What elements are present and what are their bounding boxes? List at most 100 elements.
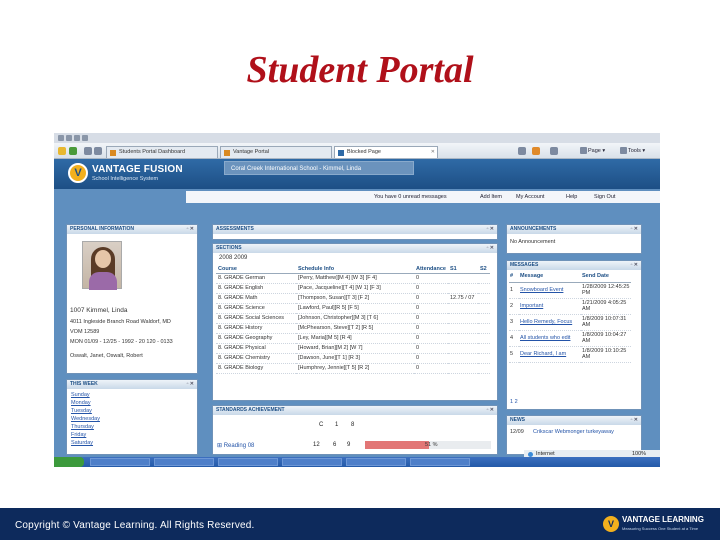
page-favicon xyxy=(110,150,116,156)
message-row[interactable]: 1 Snowboard Event 1/28/2009 12:45:25 PM xyxy=(509,282,631,299)
message-subject-link[interactable]: Hello Remedy, Focus xyxy=(519,314,581,331)
this-week-panel: THIS WEEK ▫ ✕ Sunday Monday Tuesday Wedn… xyxy=(66,379,198,455)
sign-out-link[interactable]: Sign Out xyxy=(594,191,615,203)
taskbar-item[interactable] xyxy=(346,458,406,466)
table-cell: [Lawford, Paul][R 5] [F 5] xyxy=(296,303,414,314)
week-day-link[interactable]: Saturday xyxy=(71,440,93,446)
table-row[interactable]: 8. GRADE Geography [Ley, Maria][M 5] [R 4… xyxy=(216,333,490,344)
message-row[interactable]: 3 Hello Remedy, Focus 1/8/2009 10:07:31 AM xyxy=(509,314,631,331)
panel-controls-icon[interactable]: ▫ ✕ xyxy=(487,406,494,415)
standard-value: 9 xyxy=(347,442,351,448)
logo-icon: V xyxy=(68,163,88,183)
standard-label[interactable]: ⊞ Reading 08 xyxy=(217,442,254,449)
achievement-bar-fill xyxy=(365,441,430,449)
news-panel: NEWS ▫ ✕ 12/09 Crikscar Webmonger turkey… xyxy=(506,415,642,455)
table-cell xyxy=(477,363,490,374)
table-cell: [Ley, Maria][M 5] [R 4] xyxy=(296,333,414,344)
week-day-link[interactable]: Wednesday xyxy=(71,416,100,422)
feeds-icon[interactable] xyxy=(532,147,540,155)
portal-screenshot: Students Portal Dashboard Vantage Portal… xyxy=(54,133,660,467)
add-item-link[interactable]: Add Item xyxy=(480,191,502,203)
gear-icon xyxy=(620,147,627,155)
panel-controls-icon[interactable]: ▫ ✕ xyxy=(631,261,638,270)
browser-tab[interactable]: Students Portal Dashboard xyxy=(106,146,218,158)
week-day-link[interactable]: Monday xyxy=(71,400,91,406)
table-cell: 8. GRADE Chemistry xyxy=(216,353,296,364)
tab-grid-icon[interactable] xyxy=(84,147,92,155)
taskbar-item[interactable] xyxy=(154,458,214,466)
week-day-link[interactable]: Thursday xyxy=(71,424,94,430)
panel-header: SECTIONS ▫ ✕ xyxy=(213,244,497,253)
tools-menu-label: Tools xyxy=(628,148,641,154)
table-row[interactable]: 8. GRADE Chemistry [Dawson, June][T 1] [R… xyxy=(216,353,490,364)
column-header[interactable]: Message xyxy=(519,271,581,283)
message-subject-link[interactable]: All students who edit xyxy=(519,330,581,347)
taskbar-item[interactable] xyxy=(90,458,150,466)
messages-table: # Message Send Date 1 Snowboard Event 1/28… xyxy=(509,271,631,363)
panel-controls-icon[interactable]: ▫ ✕ xyxy=(187,225,194,234)
table-row[interactable]: 8. GRADE Biology [Humphrey, Jennie][T 5] … xyxy=(216,363,490,374)
messages-panel: MESSAGES ▫ ✕ # Message Send Date 1 Snowbo… xyxy=(506,260,642,410)
column-header[interactable]: S1 xyxy=(447,265,478,274)
messages-pager[interactable]: 1 2 xyxy=(510,399,518,405)
table-row[interactable]: 8. GRADE Math [Thompson, Susan][T 3] [F 2… xyxy=(216,293,490,304)
panel-title: SECTIONS xyxy=(216,245,242,251)
table-row[interactable]: 8. GRADE German [Perry, Matthew][M 4] [W … xyxy=(216,273,490,284)
favorites-star-icon[interactable] xyxy=(58,147,66,155)
portal-header: V VANTAGE FUSION School Intelligence Sys… xyxy=(54,159,660,189)
table-row[interactable]: 8. GRADE Physical [Howard, Brian][M 2] [W… xyxy=(216,343,490,354)
panel-controls-icon[interactable]: ▫ ✕ xyxy=(631,416,638,425)
panel-title: ASSESSMENTS xyxy=(216,226,254,232)
message-row[interactable]: 5 Dear Richard, I am 1/8/2009 10:10:25 AM xyxy=(509,346,631,363)
taskbar-item[interactable] xyxy=(282,458,342,466)
news-item-link[interactable]: Crikscar Webmonger turkeyaway xyxy=(533,429,639,435)
message-subject-link[interactable]: Dear Richard, I am xyxy=(519,346,581,363)
help-link[interactable]: Help xyxy=(566,191,577,203)
print-icon[interactable] xyxy=(550,147,558,155)
table-cell: 1/21/2009 4:05:25 AM xyxy=(581,298,631,315)
message-subject-link[interactable]: Important xyxy=(519,298,581,315)
panel-controls-icon[interactable]: ▫ ✕ xyxy=(631,225,638,234)
page-menu[interactable]: Page ▾ xyxy=(580,146,605,156)
messages-table-body: 1 Snowboard Event 1/28/2009 12:45:25 PM 2 Im… xyxy=(509,282,631,363)
unread-messages-link[interactable]: You have 0 unread messages xyxy=(374,191,447,203)
panel-title: NEWS xyxy=(510,417,525,423)
tools-menu[interactable]: Tools ▾ xyxy=(620,146,645,156)
back-icon[interactable] xyxy=(66,135,72,141)
school-tab[interactable]: Coral Creek International School - Kimme… xyxy=(224,161,414,175)
browser-tab-active[interactable]: Blocked Page ✕ xyxy=(334,146,438,158)
table-row[interactable]: 8. GRADE History [McPhearson, Steve][T 2]… xyxy=(216,323,490,334)
column-header[interactable]: Attendance xyxy=(414,265,448,274)
column-header[interactable]: S2 xyxy=(477,265,490,274)
message-subject-link[interactable]: Snowboard Event xyxy=(519,282,581,299)
table-cell: [Thompson, Susan][T 3] [F 2] xyxy=(296,293,414,304)
taskbar-item[interactable] xyxy=(218,458,278,466)
taskbar-item[interactable] xyxy=(410,458,470,466)
column-header[interactable]: Schedule Info xyxy=(296,265,414,274)
forward-icon[interactable] xyxy=(74,135,80,141)
table-cell xyxy=(447,303,478,314)
my-account-link[interactable]: My Account xyxy=(516,191,544,203)
home-icon[interactable] xyxy=(518,147,526,155)
week-day-link[interactable]: Sunday xyxy=(71,392,90,398)
standards-column-header: C xyxy=(319,422,324,428)
panel-controls-icon[interactable]: ▫ ✕ xyxy=(487,244,494,253)
column-header[interactable]: Send Date xyxy=(581,271,631,283)
table-row[interactable]: 8. GRADE English [Pace, Jacqueline][T 4] … xyxy=(216,283,490,294)
add-favorites-icon[interactable] xyxy=(69,147,77,155)
panel-controls-icon[interactable]: ▫ ✕ xyxy=(187,380,194,389)
week-day-link[interactable]: Tuesday xyxy=(71,408,92,414)
browser-tab[interactable]: Vantage Portal xyxy=(220,146,332,158)
refresh-icon[interactable] xyxy=(82,135,88,141)
message-row[interactable]: 4 All students who edit 1/8/2009 10:04:27 … xyxy=(509,330,631,347)
column-header[interactable]: Course xyxy=(216,265,296,274)
tab-list-icon[interactable] xyxy=(94,147,102,155)
table-row[interactable]: 8. GRADE Social Sciences [Johnson, Christ… xyxy=(216,313,490,324)
week-day-link[interactable]: Friday xyxy=(71,432,86,438)
table-row[interactable]: 8. GRADE Science [Lawford, Paul][R 5] [F … xyxy=(216,303,490,314)
message-row[interactable]: 2 Important 1/21/2009 4:05:25 AM xyxy=(509,298,631,315)
start-button[interactable] xyxy=(54,457,84,467)
panel-controls-icon[interactable]: ▫ ✕ xyxy=(487,225,494,234)
table-cell: 4 xyxy=(509,330,519,347)
close-tab-icon[interactable]: ✕ xyxy=(431,147,435,158)
